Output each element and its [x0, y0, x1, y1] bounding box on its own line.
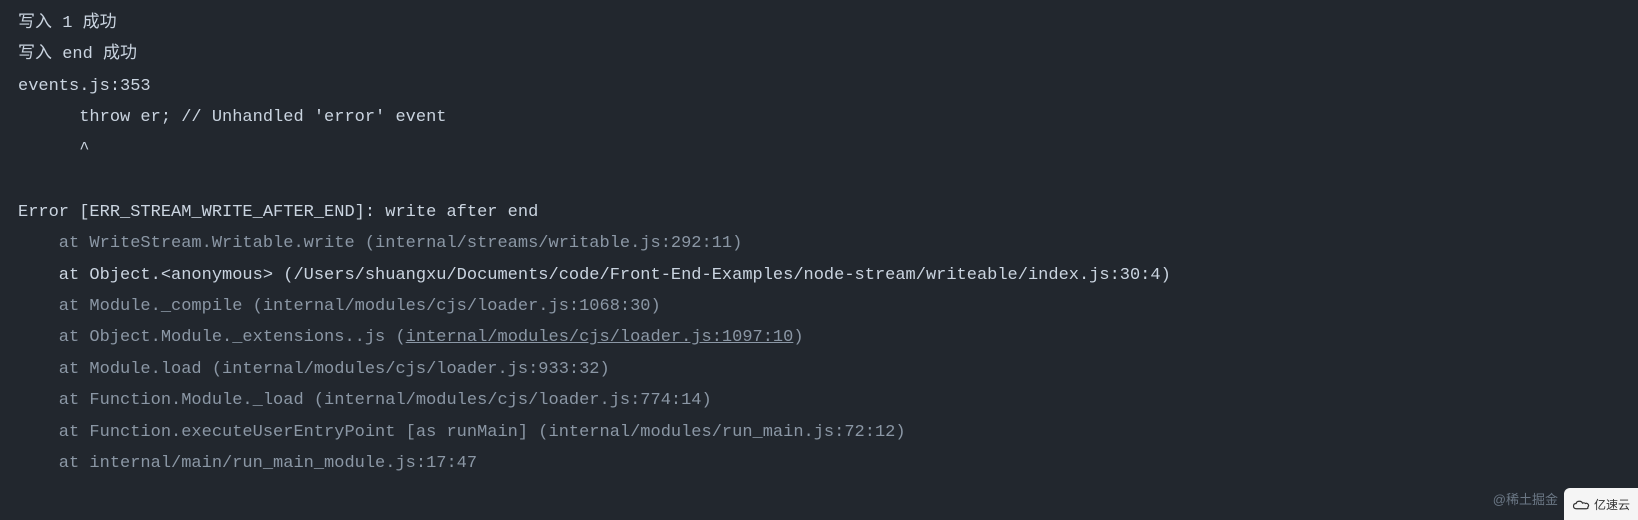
watermark-yisu: 亿速云	[1564, 488, 1638, 520]
terminal-line: at Module.load (internal/modules/cjs/loa…	[18, 354, 1620, 385]
watermark-yisu-text: 亿速云	[1594, 494, 1630, 516]
terminal-line: at WriteStream.Writable.write (internal/…	[18, 228, 1620, 259]
terminal-line: 写入 end 成功	[18, 39, 1620, 70]
terminal-line: 写入 1 成功	[18, 8, 1620, 39]
terminal-line: at Function.Module._load (internal/modul…	[18, 385, 1620, 416]
terminal-line: at internal/main/run_main_module.js:17:4…	[18, 448, 1620, 479]
terminal-line: events.js:353	[18, 71, 1620, 102]
terminal-line: at Object.<anonymous> (/Users/shuangxu/D…	[18, 260, 1620, 291]
terminal-line: at Object.Module._extensions..js (intern…	[18, 322, 1620, 353]
terminal-line: at Module._compile (internal/modules/cjs…	[18, 291, 1620, 322]
watermark-juejin: @稀土掘金	[1493, 488, 1558, 512]
terminal-line: throw er; // Unhandled 'error' event	[18, 102, 1620, 133]
stack-link[interactable]: internal/modules/cjs/loader.js:1097:10	[406, 328, 794, 347]
terminal-line: Error [ERR_STREAM_WRITE_AFTER_END]: writ…	[18, 197, 1620, 228]
cloud-icon	[1572, 498, 1590, 512]
terminal-output[interactable]: 写入 1 成功写入 end 成功events.js:353 throw er; …	[18, 8, 1620, 480]
terminal-line: ^	[18, 134, 1620, 165]
terminal-line: at Function.executeUserEntryPoint [as ru…	[18, 417, 1620, 448]
terminal-line	[18, 165, 1620, 196]
